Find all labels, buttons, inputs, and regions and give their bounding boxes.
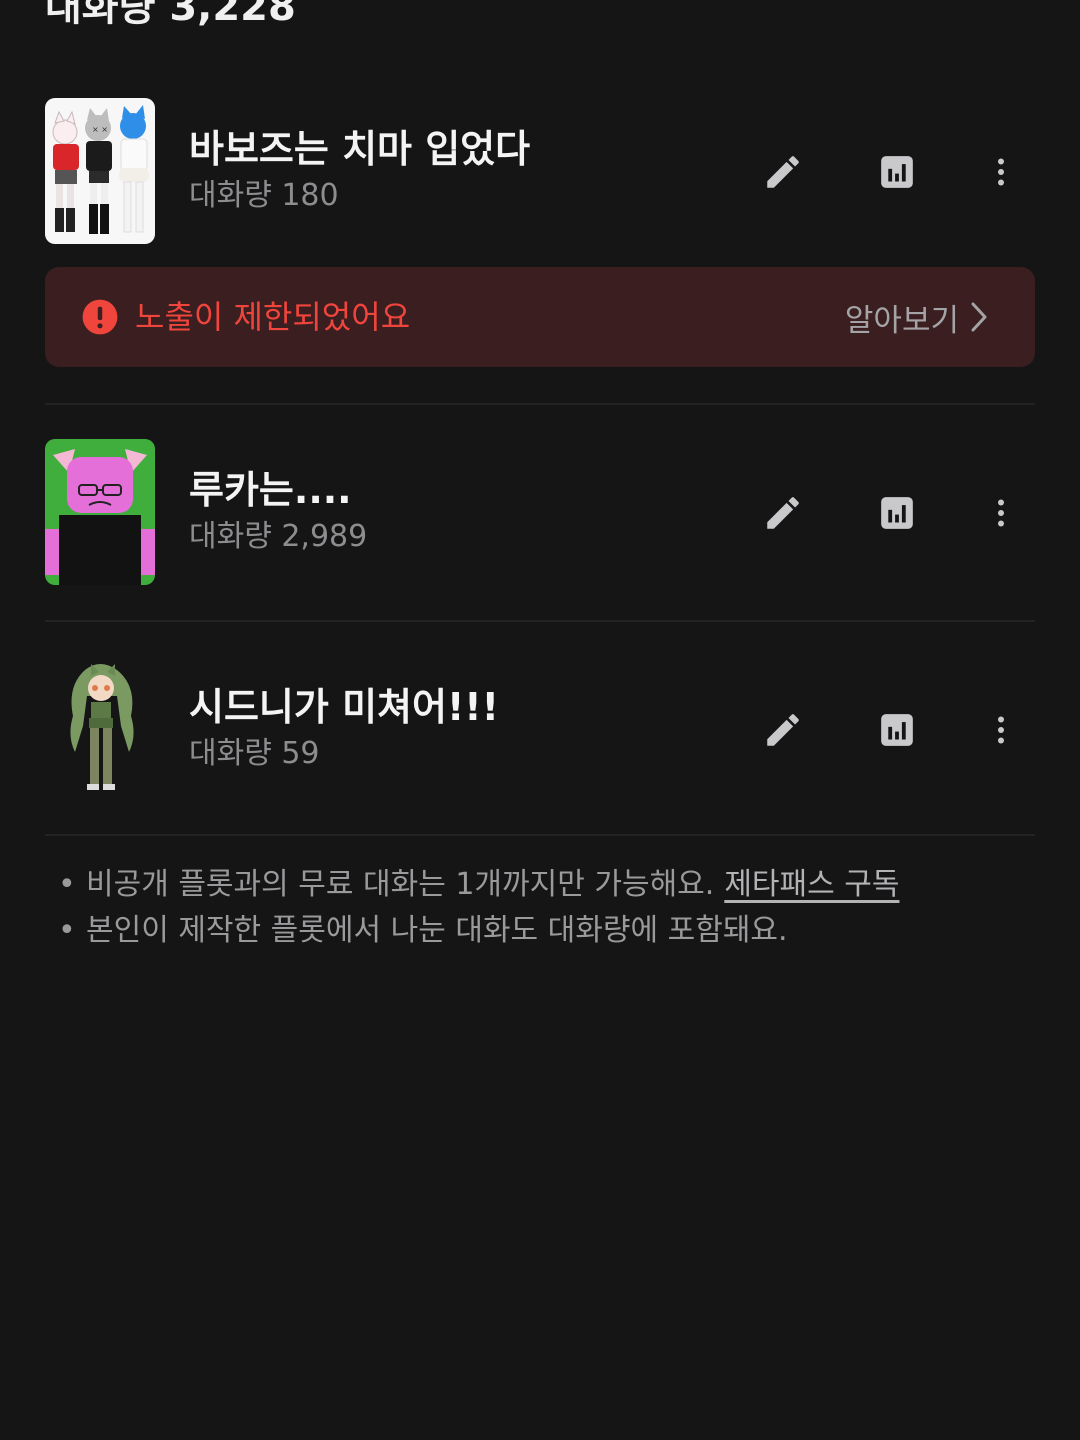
bar-chart-icon [881,497,913,529]
total-conversation-count: 대화량 3,228 [45,0,296,30]
pencil-icon [767,156,799,188]
stats-button[interactable] [873,148,921,196]
pencil-icon [767,714,799,746]
edit-button[interactable] [759,148,807,196]
learn-more-label: 알아보기 [844,302,959,339]
divider [45,834,1035,836]
zeta-pass-subscribe-link[interactable]: 제타패스 구독 [724,862,899,908]
plot-title: 시드니가 미쳐어!!! [189,685,499,729]
edit-button[interactable] [759,706,807,754]
alert-circle-icon [82,299,118,335]
stats-button[interactable] [873,706,921,754]
divider [45,620,1035,622]
note-item: • 본인이 제작한 플롯에서 나눈 대화도 대화량에 포함돼요. [58,908,1038,954]
more-vertical-icon [998,716,1004,744]
more-vertical-icon [998,158,1004,186]
plot-conversation-count: 대화량 2,989 [189,519,368,554]
plot-thumbnail: × × [45,98,155,244]
plot-actions [745,706,1035,754]
divider [45,403,1035,405]
plot-thumbnail [45,439,155,585]
note-text: 비공개 플롯과의 무료 대화는 1개까지만 가능해요. [86,867,715,902]
pencil-icon [767,497,799,529]
stats-button[interactable] [873,489,921,537]
note-item: • 비공개 플롯과의 무료 대화는 1개까지만 가능해요. 제타패스 구독 [58,862,1038,908]
more-button[interactable] [977,148,1025,196]
plot-info: 바보즈는 치마 입었다 대화량 180 [189,124,749,218]
pink-pig-avatar-image [45,439,155,585]
more-vertical-icon [998,499,1004,527]
more-button[interactable] [977,489,1025,537]
bar-chart-icon [881,714,913,746]
plot-stats-page: 대화량 3,228 × × 바보즈는 치마 입었다 대화량 180 노출이 제한… [0,0,1080,1440]
info-notes: • 비공개 플롯과의 무료 대화는 1개까지만 가능해요. 제타패스 구독 • … [58,862,1038,954]
plot-info: 시드니가 미쳐어!!! 대화량 59 [189,682,749,776]
edit-button[interactable] [759,489,807,537]
plot-thumbnail [45,656,155,802]
plot-item[interactable]: × × 바보즈는 치마 입었다 대화량 180 [45,98,1035,244]
plot-info: 루카는.... 대화량 2,989 [189,465,749,559]
plot-item[interactable]: 시드니가 미쳐어!!! 대화량 59 [45,656,1035,802]
svg-text:× ×: × × [92,125,108,134]
more-button[interactable] [977,706,1025,754]
note-text: 본인이 제작한 플롯에서 나눈 대화도 대화량에 포함돼요. [86,913,788,948]
plot-actions [745,148,1035,196]
chevron-right-icon [971,302,987,332]
plot-conversation-count: 대화량 59 [189,736,320,771]
warning-message: 노출이 제한되었어요 [135,298,411,336]
plot-title: 루카는.... [189,468,352,512]
plot-title: 바보즈는 치마 입었다 [189,127,531,171]
learn-more-link[interactable]: 알아보기 [845,267,989,367]
bar-chart-icon [881,156,913,188]
plot-conversation-count: 대화량 180 [189,178,339,213]
bullet: • [58,867,76,902]
exposure-restricted-banner: 노출이 제한되었어요 알아보기 [45,267,1035,367]
three-cat-characters-image: × × [45,98,155,244]
plot-item[interactable]: 루카는.... 대화량 2,989 [45,439,1035,585]
bullet: • [58,913,76,948]
plot-actions [745,489,1035,537]
green-hair-character-image [45,656,155,802]
